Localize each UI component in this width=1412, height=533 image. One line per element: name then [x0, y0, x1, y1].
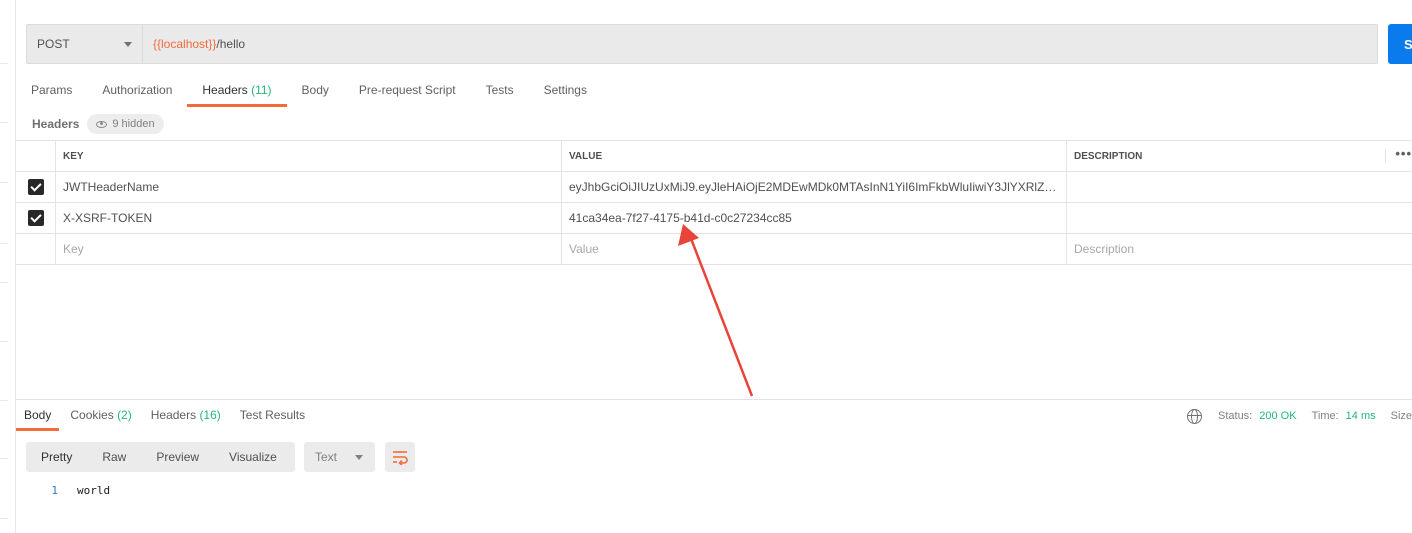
table-row: X-XSRF-TOKEN 41ca34ea-7f27-4175-b41d-c0c… — [16, 203, 1412, 234]
column-description: DESCRIPTION ••• — [1074, 146, 1412, 163]
column-value: VALUE — [562, 141, 1067, 171]
tab-params[interactable]: Params — [16, 76, 87, 107]
request-tabs: Params Authorization Headers (11) Body P… — [16, 76, 602, 107]
column-key: KEY — [56, 141, 562, 171]
tab-response-body[interactable]: Body — [16, 400, 60, 431]
gutter-divider — [0, 458, 8, 459]
send-button-label: S — [1404, 36, 1412, 52]
gutter-divider — [0, 243, 8, 244]
tab-response-cookies[interactable]: Cookies (2) — [62, 400, 139, 431]
url-path: /hello — [216, 37, 246, 51]
gutter-divider — [0, 400, 8, 401]
chevron-down-icon — [355, 454, 363, 460]
send-button[interactable]: S — [1388, 24, 1412, 64]
time-label: Time: — [1311, 410, 1339, 422]
view-visualize-button[interactable]: Visualize — [214, 442, 292, 472]
header-description-cell[interactable] — [1067, 172, 1412, 202]
header-value-cell[interactable]: 41ca34ea-7f27-4175-b41d-c0c27234cc85 — [562, 203, 1067, 233]
url-input[interactable]: {{localhost}}/hello — [143, 25, 245, 63]
gutter-divider — [0, 341, 8, 342]
tab-response-headers[interactable]: Headers (16) — [143, 400, 229, 431]
gutter-divider — [0, 282, 8, 283]
view-raw-button[interactable]: Raw — [87, 442, 141, 472]
new-description-input[interactable]: Description — [1067, 234, 1412, 264]
new-key-input[interactable]: Key — [56, 234, 562, 264]
header-description-cell[interactable] — [1067, 203, 1412, 233]
header-key-cell[interactable]: JWTHeaderName — [56, 172, 562, 202]
method-label: POST — [37, 37, 70, 51]
left-sidebar-edge — [0, 0, 16, 533]
row-checkbox[interactable] — [27, 179, 44, 195]
status-value: 200 OK — [1259, 410, 1297, 422]
gutter-divider — [0, 122, 8, 123]
tab-authorization[interactable]: Authorization — [87, 76, 187, 107]
header-value-cell[interactable]: eyJhbGciOiJIUzUxMiJ9.eyJleHAiOjE2MDEwMDk… — [562, 172, 1067, 202]
table-header-row: KEY VALUE DESCRIPTION ••• — [16, 141, 1412, 172]
wrap-lines-icon — [393, 451, 408, 465]
table-row: JWTHeaderName eyJhbGciOiJIUzUxMiJ9.eyJle… — [16, 172, 1412, 203]
tab-headers[interactable]: Headers (11) — [187, 76, 287, 107]
globe-icon[interactable] — [1187, 408, 1202, 424]
tab-settings[interactable]: Settings — [529, 76, 602, 107]
url-variable: {{localhost}} — [153, 37, 217, 51]
row-checkbox[interactable] — [27, 210, 44, 226]
chevron-down-icon — [124, 41, 132, 47]
view-pretty-button[interactable]: Pretty — [26, 442, 87, 472]
time-value: 14 ms — [1345, 410, 1376, 422]
hidden-count: 9 hidden — [112, 118, 155, 130]
headers-section-title: Headers 9 hidden — [32, 114, 164, 134]
new-value-input[interactable]: Value — [562, 234, 1067, 264]
more-icon[interactable]: ••• — [1385, 147, 1412, 163]
view-preview-button[interactable]: Preview — [141, 442, 214, 472]
tab-headers-count: (11) — [251, 83, 272, 97]
tab-pre-request-script[interactable]: Pre-request Script — [344, 76, 471, 107]
request-url-bar: POST {{localhost}}/hello — [26, 24, 1378, 64]
size-label: Size: — [1390, 410, 1412, 422]
headers-table: KEY VALUE DESCRIPTION ••• JWTHeaderName … — [16, 140, 1412, 265]
response-code-line: 1 world — [0, 484, 110, 500]
line-number: 1 — [51, 484, 58, 497]
gutter-divider — [0, 518, 8, 519]
tab-body[interactable]: Body — [287, 76, 344, 107]
view-mode-group: Pretty Raw Preview Visualize — [26, 442, 295, 472]
response-tabs: Body Cookies (2) Headers (16) Test Resul… — [16, 400, 316, 431]
method-select[interactable]: POST — [27, 25, 143, 63]
status-label: Status: — [1218, 410, 1253, 422]
gutter-divider — [0, 63, 8, 64]
eye-icon — [96, 120, 108, 128]
response-status-bar: Status: 200 OK Time: 14 ms Size: — [1187, 406, 1412, 426]
code-text: world — [77, 484, 111, 497]
headers-label: Headers — [32, 117, 80, 131]
tab-test-results[interactable]: Test Results — [232, 400, 313, 431]
tab-tests[interactable]: Tests — [471, 76, 529, 107]
format-select[interactable]: Text — [304, 442, 375, 472]
header-key-cell[interactable]: X-XSRF-TOKEN — [56, 203, 562, 233]
wrap-lines-button[interactable] — [385, 442, 415, 472]
hidden-headers-toggle[interactable]: 9 hidden — [87, 114, 164, 134]
format-value: Text — [315, 450, 338, 464]
table-row-new: Key Value Description — [16, 234, 1412, 265]
gutter-divider — [0, 182, 8, 183]
